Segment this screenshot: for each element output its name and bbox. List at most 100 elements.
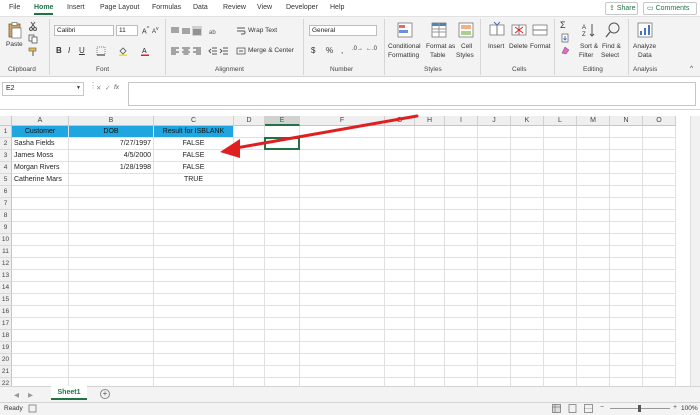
cell-l19[interactable] — [544, 342, 577, 354]
cell-c15[interactable] — [154, 294, 234, 306]
row-header-11[interactable]: 11 — [0, 246, 12, 258]
row-header-19[interactable]: 19 — [0, 342, 12, 354]
cell-j22[interactable] — [478, 378, 511, 386]
cell-d16[interactable] — [234, 306, 265, 318]
cell-h6[interactable] — [415, 186, 445, 198]
cell-i8[interactable] — [445, 210, 478, 222]
currency-icon[interactable]: $ — [311, 46, 315, 55]
cell-e15[interactable] — [265, 294, 300, 306]
cell-f2[interactable] — [300, 138, 385, 150]
cell-o16[interactable] — [643, 306, 676, 318]
cell-f13[interactable] — [300, 270, 385, 282]
cell-m18[interactable] — [577, 330, 610, 342]
cell-m16[interactable] — [577, 306, 610, 318]
cell-m11[interactable] — [577, 246, 610, 258]
cell-m5[interactable] — [577, 174, 610, 186]
cell-h1[interactable] — [415, 126, 445, 138]
cell-l17[interactable] — [544, 318, 577, 330]
cell-i9[interactable] — [445, 222, 478, 234]
cell-b19[interactable] — [69, 342, 154, 354]
cell-a6[interactable] — [12, 186, 69, 198]
cell-o7[interactable] — [643, 198, 676, 210]
cell-j5[interactable] — [478, 174, 511, 186]
table-cell[interactable]: Catherine Mars — [12, 174, 69, 186]
conditional-formatting-label-2[interactable]: Formatting — [388, 52, 419, 59]
cell-l11[interactable] — [544, 246, 577, 258]
zoom-in-icon[interactable]: + — [673, 404, 677, 411]
cell-m13[interactable] — [577, 270, 610, 282]
cell-o8[interactable] — [643, 210, 676, 222]
column-header-e[interactable]: E — [265, 116, 300, 126]
zoom-out-icon[interactable]: − — [600, 404, 604, 411]
cell-k22[interactable] — [511, 378, 544, 386]
cell-i11[interactable] — [445, 246, 478, 258]
cell-n21[interactable] — [610, 366, 643, 378]
cell-k9[interactable] — [511, 222, 544, 234]
cell-h7[interactable] — [415, 198, 445, 210]
cell-d18[interactable] — [234, 330, 265, 342]
cell-n20[interactable] — [610, 354, 643, 366]
cell-k19[interactable] — [511, 342, 544, 354]
table-cell[interactable]: FALSE — [154, 162, 234, 174]
row-header-12[interactable]: 12 — [0, 258, 12, 270]
cell-a20[interactable] — [12, 354, 69, 366]
border-icon[interactable] — [96, 46, 106, 56]
sort-filter-icon[interactable]: AZ — [580, 21, 598, 39]
cell-d8[interactable] — [234, 210, 265, 222]
table-cell[interactable] — [69, 174, 154, 186]
cell-m3[interactable] — [577, 150, 610, 162]
cell-styles-label-1[interactable]: Cell — [461, 43, 472, 50]
cell-f14[interactable] — [300, 282, 385, 294]
cell-n11[interactable] — [610, 246, 643, 258]
table-header-cell[interactable]: DOB — [69, 126, 154, 138]
cell-n18[interactable] — [610, 330, 643, 342]
cell-f1[interactable] — [300, 126, 385, 138]
cell-e14[interactable] — [265, 282, 300, 294]
select-all-corner[interactable] — [0, 116, 12, 126]
column-header-h[interactable]: H — [415, 116, 445, 126]
column-header-j[interactable]: J — [478, 116, 511, 126]
cell-d7[interactable] — [234, 198, 265, 210]
cell-m20[interactable] — [577, 354, 610, 366]
cell-c13[interactable] — [154, 270, 234, 282]
table-cell[interactable]: Morgan Rivers — [12, 162, 69, 174]
cell-n9[interactable] — [610, 222, 643, 234]
tab-developer[interactable]: Developer — [286, 4, 318, 11]
column-header-k[interactable]: K — [511, 116, 544, 126]
cell-b18[interactable] — [69, 330, 154, 342]
tab-review[interactable]: Review — [223, 4, 246, 11]
cell-k11[interactable] — [511, 246, 544, 258]
cell-c21[interactable] — [154, 366, 234, 378]
cell-g11[interactable] — [385, 246, 415, 258]
analyze-data-label-2[interactable]: Data — [638, 52, 652, 59]
cell-f7[interactable] — [300, 198, 385, 210]
cell-i5[interactable] — [445, 174, 478, 186]
cell-b15[interactable] — [69, 294, 154, 306]
cell-i22[interactable] — [445, 378, 478, 386]
cell-h12[interactable] — [415, 258, 445, 270]
row-header-1[interactable]: 1 — [0, 126, 12, 138]
cell-g14[interactable] — [385, 282, 415, 294]
cell-i21[interactable] — [445, 366, 478, 378]
cell-m10[interactable] — [577, 234, 610, 246]
cell-n13[interactable] — [610, 270, 643, 282]
cell-k20[interactable] — [511, 354, 544, 366]
align-center-icon[interactable] — [181, 46, 191, 56]
cell-o1[interactable] — [643, 126, 676, 138]
cell-i12[interactable] — [445, 258, 478, 270]
conditional-formatting-icon[interactable] — [396, 21, 414, 39]
cell-f18[interactable] — [300, 330, 385, 342]
cell-g18[interactable] — [385, 330, 415, 342]
cell-m7[interactable] — [577, 198, 610, 210]
cell-f12[interactable] — [300, 258, 385, 270]
cell-o10[interactable] — [643, 234, 676, 246]
delete-cells-label[interactable]: Delete — [509, 43, 528, 50]
cell-m22[interactable] — [577, 378, 610, 386]
cell-f10[interactable] — [300, 234, 385, 246]
cell-d19[interactable] — [234, 342, 265, 354]
cell-o22[interactable] — [643, 378, 676, 386]
cell-b13[interactable] — [69, 270, 154, 282]
wrap-text-icon[interactable] — [236, 26, 246, 36]
cell-b14[interactable] — [69, 282, 154, 294]
cell-f3[interactable] — [300, 150, 385, 162]
